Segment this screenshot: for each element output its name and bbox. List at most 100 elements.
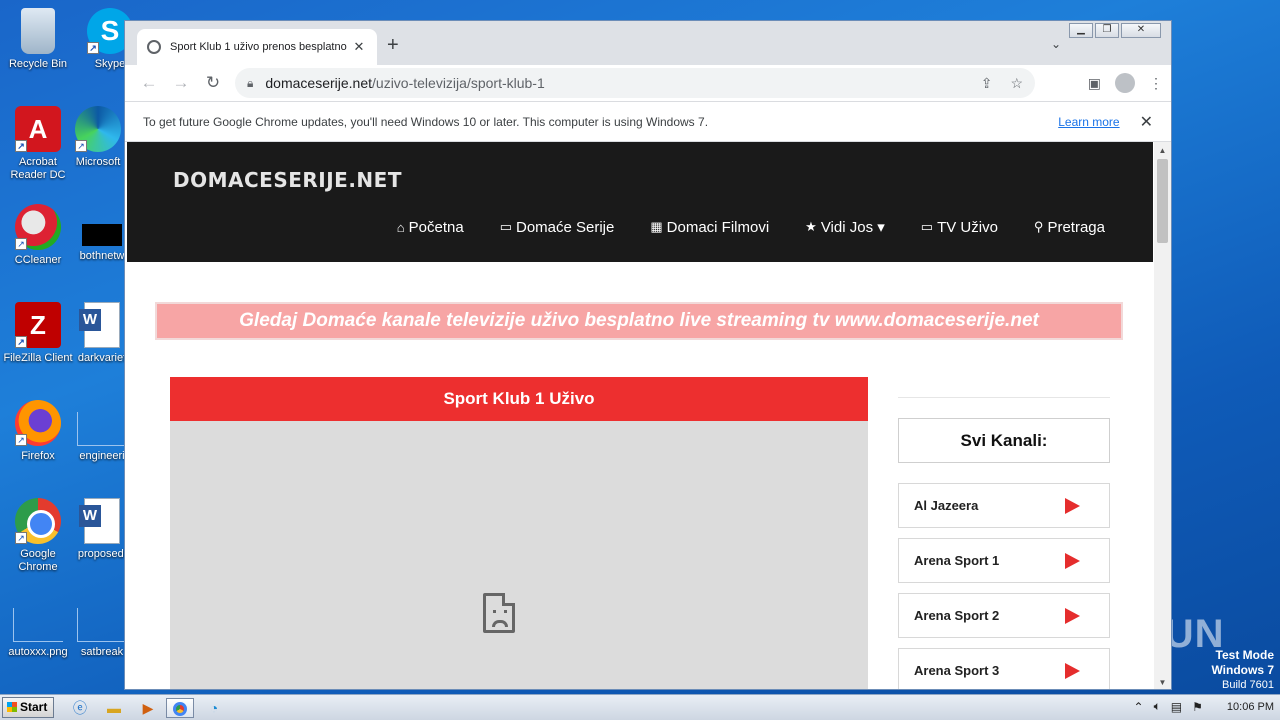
home-icon: ⌂ [396, 219, 405, 235]
menu-kebab-icon[interactable]: ⋮ [1149, 75, 1163, 92]
page-scrollbar[interactable]: ▲ ▼ [1154, 142, 1171, 689]
nav-item-vidi-jos[interactable]: ★ Vidi Jos ▾ [805, 218, 885, 236]
tab-title: Sport Klub 1 uživo prenos besplatno [170, 41, 347, 53]
divider [898, 397, 1110, 398]
tab-strip: Sport Klub 1 uživo prenos besplatno ✕ + … [125, 21, 1171, 65]
file-icon [77, 608, 127, 642]
explorer-icon[interactable]: ▬ [100, 698, 128, 718]
nav-item-domaci-filmovi[interactable]: ▦ Domaci Filmovi [650, 218, 769, 236]
taskbar: Start ⓔ ▬ ▶ ◔ ⌃ 🔈︎ ▤ ⚑ 10:06 PM [0, 694, 1280, 720]
channel-item[interactable]: Arena Sport 1 [898, 538, 1110, 583]
firefox-icon: ↗ [15, 400, 61, 446]
forward-button[interactable]: → [165, 73, 197, 93]
chrome-window: Sport Klub 1 uživo prenos besplatno ✕ + … [124, 20, 1172, 690]
player-frame[interactable] [170, 421, 868, 689]
tray-expand-icon[interactable]: ⌃ [1134, 700, 1144, 714]
nav-item-domace-serije[interactable]: ▭ Domaće Serije [500, 218, 615, 236]
minimize-button[interactable]: ▁ [1069, 23, 1093, 38]
file-icon [82, 224, 122, 246]
chrome-icon: ↗ [15, 498, 61, 544]
share-icon[interactable]: ⇪ [981, 75, 993, 92]
play-icon [1065, 607, 1080, 624]
site-header: DOMACESERIJE.NET ⌂ Početna ▭ Domaće Serije… [127, 142, 1153, 262]
monitor-icon: ▭ [920, 219, 934, 234]
testmode-line1: Test Mode [1215, 648, 1274, 662]
volume-icon[interactable]: 🔈︎ [1154, 699, 1161, 714]
channel-sidebar: Svi Kanali: Al Jazeera Arena Sport 1 Are… [898, 397, 1110, 689]
infobar-close-icon[interactable]: ✕ [1140, 112, 1153, 132]
nav-label: Vidi Jos ▾ [820, 219, 885, 236]
system-tray: ⌃ 🔈︎ ▤ ⚑ 10:06 PM [1134, 699, 1274, 714]
network-icon[interactable]: ▤ [1171, 700, 1182, 714]
build-number: Build 7601 [1222, 679, 1274, 691]
maximize-button[interactable]: ❐ [1095, 23, 1119, 38]
channel-item[interactable]: Al Jazeera [898, 483, 1110, 528]
player-title: Sport Klub 1 Uživo [170, 377, 868, 421]
edge-taskbar-icon[interactable]: ◔ [200, 698, 228, 718]
desktop-icon-recycle-bin[interactable]: Recycle Bin [0, 8, 76, 71]
media-player-icon[interactable]: ▶ [134, 698, 162, 718]
channel-item[interactable]: Arena Sport 3 [898, 648, 1110, 689]
page-viewport: DOMACESERIJE.NET ⌂ Početna ▭ Domaće Serije… [125, 142, 1155, 689]
update-infobar: To get future Google Chrome updates, you… [125, 101, 1171, 142]
testmode-line2: Windows 7 [1211, 663, 1274, 677]
reload-button[interactable]: ↻ [197, 73, 229, 93]
file-icon [77, 412, 127, 446]
flag-icon[interactable]: ⚑ [1192, 700, 1203, 714]
learn-more-link[interactable]: Learn more [1058, 115, 1119, 129]
new-tab-button[interactable]: + [387, 35, 399, 55]
ie-icon[interactable]: ⓔ [66, 698, 94, 718]
scroll-thumb[interactable] [1157, 159, 1168, 243]
start-label: Start [20, 700, 48, 714]
tab-search-button[interactable]: ⌄ [1051, 37, 1061, 51]
url-host: domaceserije.net [265, 75, 373, 91]
scroll-up-icon[interactable]: ▲ [1154, 142, 1171, 159]
lock-icon: 🔒︎ [247, 75, 254, 90]
bookmark-star-icon[interactable]: ☆ [1010, 75, 1023, 92]
channel-item[interactable]: Arena Sport 2 [898, 593, 1110, 638]
nav-item-tv-uzivo[interactable]: ▭ TV Uživo [921, 218, 998, 236]
close-window-button[interactable]: ✕ [1121, 23, 1161, 38]
image-file-icon [13, 608, 63, 642]
test-mode-notice: Test Mode Windows 7 Build 7601 [1211, 648, 1274, 693]
video-player[interactable]: Sport Klub 1 Uživo [170, 377, 868, 689]
url-path: /uzivo-televizija/sport-klub-1 [372, 75, 545, 91]
channel-label: Arena Sport 3 [914, 663, 1000, 678]
scroll-down-icon[interactable]: ▼ [1154, 674, 1171, 689]
windows-logo-icon [7, 702, 17, 712]
channel-label: Al Jazeera [914, 498, 979, 513]
filezilla-icon: Z ↗ [15, 302, 61, 348]
nav-label: Domaci Filmovi [666, 218, 770, 236]
play-icon [1065, 497, 1080, 514]
nav-label: TV Uživo [937, 218, 998, 236]
nav-label: Početna [408, 218, 464, 236]
site-nav: ⌂ Početna ▭ Domaće Serije ▦ Domaci Filmovi … [397, 218, 1105, 237]
promo-banner: Gledaj Domaće kanale televizije uživo be… [155, 302, 1123, 340]
tab-close-icon[interactable]: ✕ [351, 39, 367, 55]
edge-icon: ↗ [75, 106, 121, 152]
nav-label: Domaće Serije [515, 218, 615, 236]
profile-avatar-icon[interactable] [1115, 73, 1135, 93]
window-controls: ▁ ❐ ✕ [1069, 23, 1161, 38]
film-icon: ▦ [650, 219, 663, 234]
globe-icon [147, 40, 161, 54]
nav-item-pretraga[interactable]: ⚲ Pretraga [1034, 218, 1105, 236]
nav-item-pocetna[interactable]: ⌂ Početna [397, 218, 464, 236]
star-icon: ★ [805, 219, 817, 234]
site-logo[interactable]: DOMACESERIJE.NET [173, 168, 402, 192]
back-button[interactable]: ← [133, 73, 165, 93]
infobar-message: To get future Google Chrome updates, you… [143, 114, 709, 129]
browser-toolbar: ← → ↻ 🔒︎ domaceserije.net/uzivo-televizi… [125, 65, 1171, 101]
clock[interactable]: 10:06 PM [1227, 701, 1274, 713]
word-document-icon [79, 302, 120, 348]
tab-active[interactable]: Sport Klub 1 uživo prenos besplatno ✕ [137, 29, 377, 65]
play-icon [1065, 552, 1080, 569]
address-bar[interactable]: 🔒︎ domaceserije.net/uzivo-televizija/spo… [235, 68, 1035, 98]
sidebar-title: Svi Kanali: [898, 418, 1110, 463]
search-icon: ⚲ [1033, 219, 1044, 234]
chrome-taskbar-icon[interactable] [166, 698, 194, 718]
side-panel-icon[interactable]: ▣ [1088, 75, 1101, 92]
desktop-icon-label: Recycle Bin [8, 58, 68, 70]
word-document-icon [79, 498, 120, 544]
start-button[interactable]: Start [2, 697, 54, 718]
